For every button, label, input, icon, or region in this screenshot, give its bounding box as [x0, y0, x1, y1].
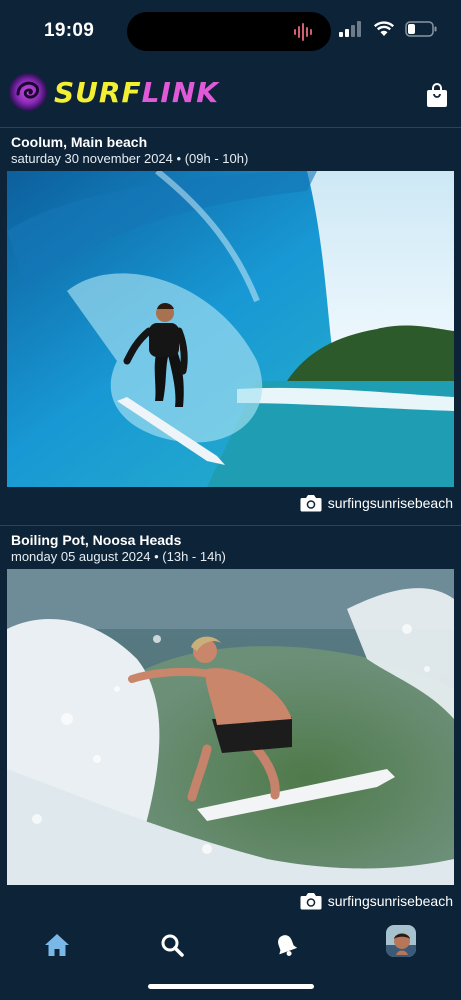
- status-icons: [339, 21, 437, 37]
- photo-credit[interactable]: surfingsunrisebeach: [300, 892, 453, 910]
- audio-wave-icon: [294, 23, 312, 41]
- post-date: monday 05 august 2024: [11, 549, 151, 564]
- post-card[interactable]: Boiling Pot, Noosa Heads monday 05 augus…: [0, 526, 461, 916]
- post-date: saturday 30 november 2024: [11, 151, 173, 166]
- dynamic-island: [127, 12, 331, 51]
- status-time: 19:09: [44, 20, 95, 41]
- post-photo[interactable]: [7, 171, 454, 487]
- camera-icon: [300, 495, 322, 512]
- photographer-name: surfingsunrisebeach: [327, 893, 453, 909]
- status-bar: 19:09: [0, 0, 461, 62]
- tab-profile[interactable]: [386, 925, 416, 957]
- home-indicator: [148, 984, 314, 989]
- surf-barrel-photo: [7, 171, 454, 487]
- post-photo[interactable]: [7, 569, 454, 885]
- surflink-logo[interactable]: SURFLINK: [8, 72, 219, 112]
- post-location: Coolum, Main beach: [11, 134, 148, 150]
- post-time: (09h - 10h): [184, 151, 249, 166]
- dot-separator: •: [176, 151, 185, 166]
- signal-icon: [339, 21, 361, 37]
- camera-icon: [300, 893, 322, 910]
- logo-text: SURFLINK: [54, 76, 219, 109]
- surf-turn-photo: [7, 569, 454, 885]
- post-datetime: monday 05 august 2024 • (13h - 14h): [11, 549, 226, 564]
- tab-home[interactable]: [42, 930, 72, 960]
- search-icon: [161, 934, 184, 957]
- photographer-name: surfingsunrisebeach: [327, 495, 453, 511]
- tab-search[interactable]: [157, 930, 187, 960]
- app-header: SURFLINK: [0, 68, 461, 126]
- post-datetime: saturday 30 november 2024 • (09h - 10h): [11, 151, 248, 166]
- wifi-icon: [373, 21, 395, 36]
- logo-text-link: LINK: [141, 75, 219, 109]
- logo-text-surf: SURF: [54, 75, 142, 109]
- logo-swirl-icon: [9, 73, 47, 111]
- shopping-bag-icon[interactable]: [425, 82, 449, 108]
- post-card[interactable]: Coolum, Main beach saturday 30 november …: [0, 128, 461, 524]
- bell-icon: [278, 935, 298, 956]
- profile-avatar: [386, 925, 416, 957]
- home-icon: [45, 934, 69, 956]
- post-location: Boiling Pot, Noosa Heads: [11, 532, 182, 548]
- battery-icon: [405, 21, 437, 37]
- tab-notifications[interactable]: [271, 930, 301, 960]
- post-time: (13h - 14h): [162, 549, 226, 564]
- photo-credit[interactable]: surfingsunrisebeach: [300, 494, 453, 512]
